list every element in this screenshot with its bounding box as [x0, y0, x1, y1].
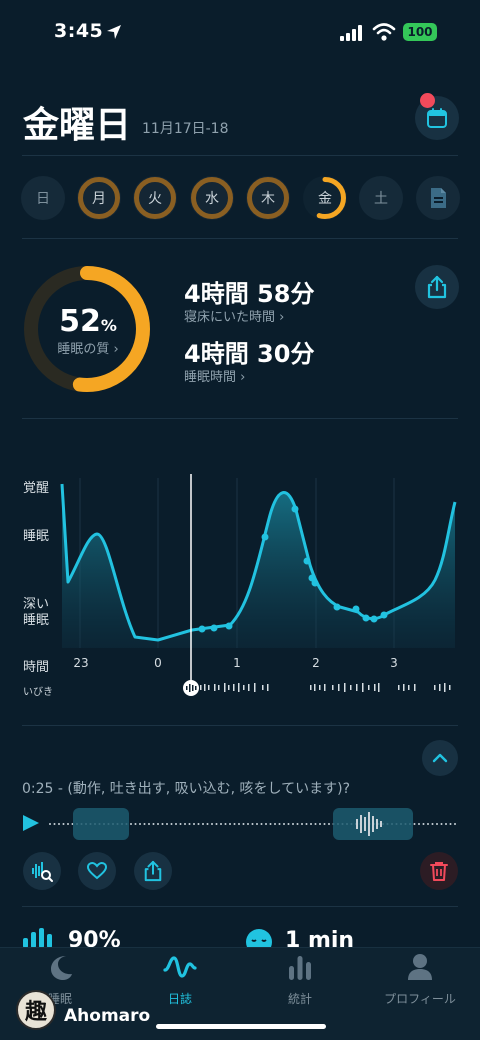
- sleep-quality-value: 52%: [59, 304, 117, 339]
- status-time: 3:45: [54, 20, 104, 42]
- divider: [22, 725, 458, 726]
- day-2[interactable]: 火: [133, 176, 177, 220]
- day-label: 金: [318, 191, 332, 207]
- avatar: 趣: [16, 990, 56, 1030]
- divider: [22, 906, 458, 907]
- calendar-icon: [427, 108, 447, 128]
- x-tick-label: 1: [233, 656, 241, 670]
- wave-icon: [163, 956, 197, 978]
- username: Ahomaro: [64, 1006, 151, 1026]
- date-range: 11月17日-18: [142, 121, 229, 137]
- share-summary-button[interactable]: [415, 265, 459, 309]
- sleep-quality-label[interactable]: 睡眠の質 ›: [38, 338, 138, 357]
- bars-stat-icon: [23, 928, 52, 948]
- moon-icon: [51, 956, 72, 980]
- day-6[interactable]: 土: [359, 176, 403, 220]
- divider: [22, 238, 458, 239]
- time-in-bed-value: 4時間 58分: [184, 280, 315, 308]
- day-1[interactable]: 月: [77, 176, 121, 220]
- day-label: 日: [36, 191, 50, 207]
- location-arrow-icon: [107, 25, 121, 39]
- day-label: 木: [261, 191, 275, 207]
- day-3[interactable]: 水: [190, 176, 234, 220]
- x-tick-label: 2: [312, 656, 320, 670]
- home-indicator: [156, 1024, 326, 1029]
- notification-badge: [420, 93, 435, 108]
- sleep-hypnogram[interactable]: [0, 470, 480, 710]
- share-icon: [427, 275, 447, 299]
- tab-profile[interactable]: プロフィール: [360, 952, 480, 1007]
- day-label: 月: [92, 191, 106, 207]
- sleep-time-link[interactable]: 睡眠時間 ›: [184, 366, 245, 385]
- share-icon: [144, 860, 162, 882]
- x-tick-label: 0: [154, 656, 162, 670]
- x-tick-label: 3: [390, 656, 398, 670]
- day-0[interactable]: 日: [21, 176, 65, 220]
- page-title: 金曜日: [23, 105, 132, 146]
- recording-waveform[interactable]: [46, 806, 460, 842]
- day-5[interactable]: 金: [303, 176, 347, 220]
- day-label: 水: [205, 191, 219, 207]
- bars-icon: [289, 956, 311, 980]
- divider: [22, 418, 458, 419]
- x-axis-label: 時間: [23, 660, 50, 675]
- chevron-up-icon: [432, 753, 448, 763]
- day-label: 火: [148, 191, 162, 207]
- collapse-button[interactable]: [422, 740, 458, 776]
- recording-caption: 0:25 - (動作, 吐き出す, 吸い込む, 咳をしています)?: [22, 781, 351, 797]
- trash-icon: [430, 862, 448, 881]
- day-label: 土: [374, 191, 388, 207]
- wifi-icon: [372, 23, 396, 41]
- playhead-knob[interactable]: [183, 680, 199, 696]
- heart-icon: [87, 862, 107, 880]
- snore-timeline[interactable]: [200, 683, 451, 692]
- sleep-stage-area: [62, 484, 455, 648]
- day-4[interactable]: 木: [246, 176, 290, 220]
- favorite-button[interactable]: [78, 852, 116, 890]
- sleep-time-value: 4時間 30分: [184, 340, 315, 368]
- time-in-bed-link[interactable]: 寝床にいた時間 ›: [184, 306, 284, 325]
- delete-recording-button[interactable]: [420, 852, 458, 890]
- tab-journal[interactable]: 日誌: [120, 952, 240, 1007]
- audio-search-icon: [32, 862, 53, 882]
- share-recording-button[interactable]: [134, 852, 172, 890]
- play-icon[interactable]: [22, 814, 40, 832]
- analyze-audio-button[interactable]: [23, 852, 61, 890]
- document-icon: [431, 188, 446, 208]
- x-tick-label: 23: [73, 656, 89, 670]
- report-button[interactable]: [416, 176, 460, 220]
- battery-indicator: 100: [403, 23, 437, 41]
- signal-icon: [340, 25, 362, 41]
- sleeping-face-icon: [246, 929, 272, 948]
- divider: [22, 155, 458, 156]
- snore-row-label: いびき: [23, 687, 53, 698]
- tab-stats[interactable]: 統計: [240, 952, 360, 1007]
- clip-segment[interactable]: [73, 808, 129, 840]
- person-icon: [408, 954, 432, 980]
